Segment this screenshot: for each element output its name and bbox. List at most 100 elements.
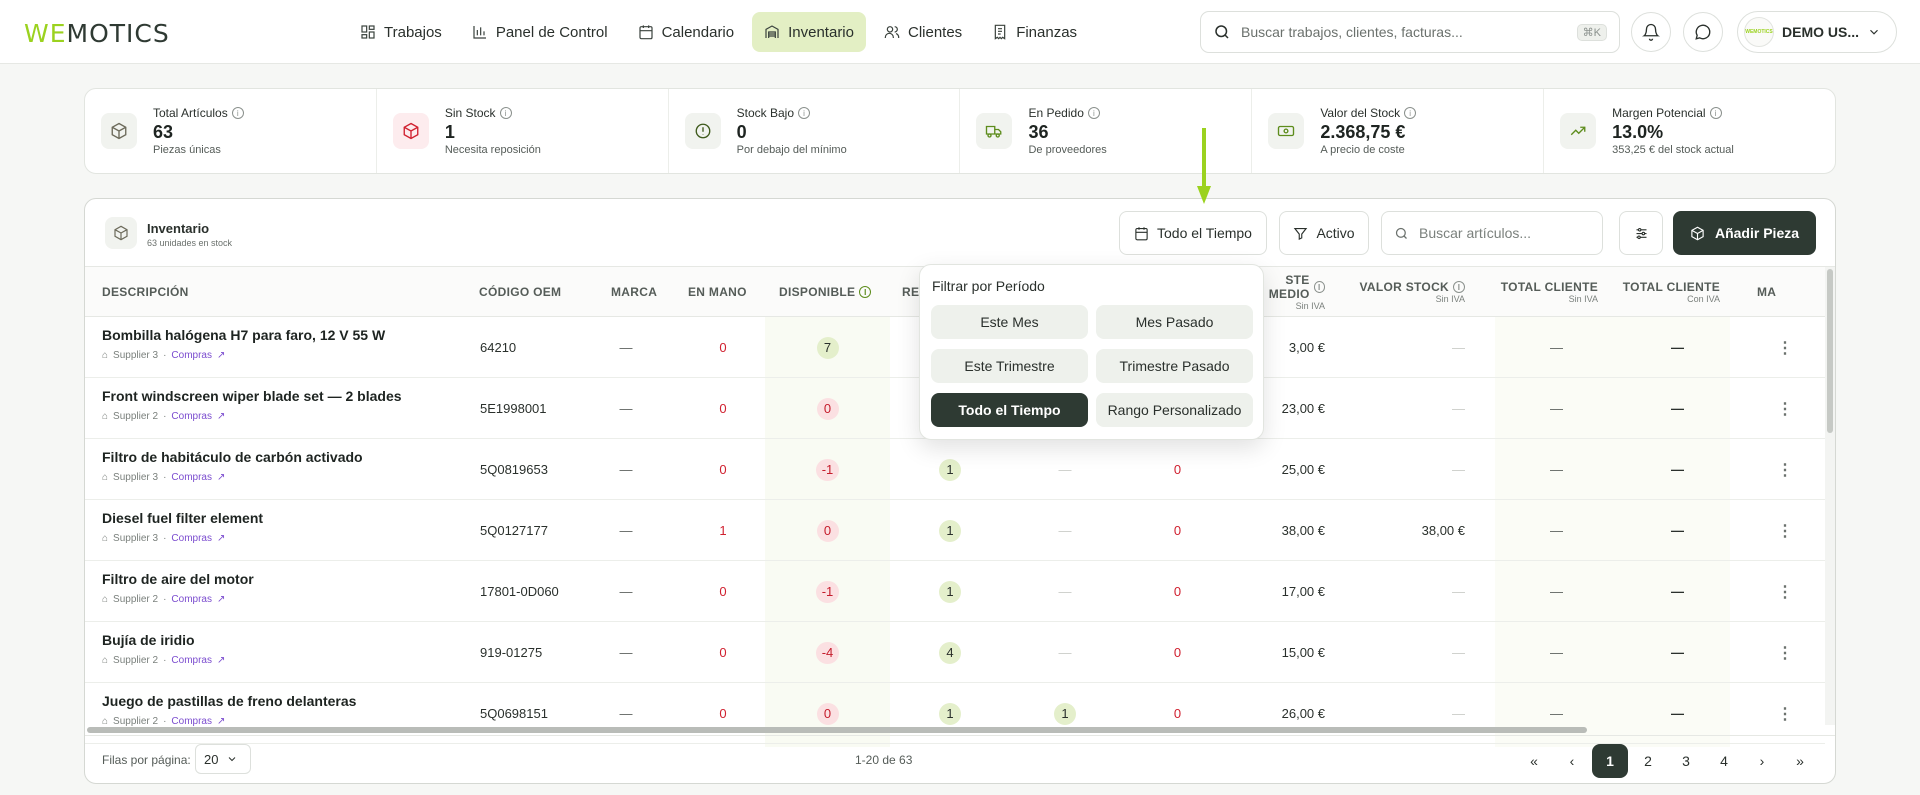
alert-circle-icon [684,113,721,149]
info-icon[interactable]: i [1453,281,1465,293]
columns-settings-button[interactable] [1619,211,1663,255]
part-name[interactable]: Front windscreen wiper blade set — 2 bla… [102,388,402,404]
top-bar: WEMOTICS Trabajos Panel de Control Calen… [0,0,1920,64]
table-row[interactable]: Diesel fuel filter element ⌂ Supplier 3 … [85,500,1825,561]
col-header-onhand[interactable]: En Mano [688,267,747,317]
period-filter-button[interactable]: Todo el Tiempo [1119,211,1267,255]
purchases-link[interactable]: Compras [171,594,212,605]
row-menu-button[interactable]: ⋮ [1770,317,1800,378]
part-name[interactable]: Filtro de habitáculo de carbón activado [102,449,363,465]
box-icon [1691,226,1704,240]
page-button-4[interactable]: 4 [1706,744,1742,778]
nav-calendario[interactable]: Calendario [626,12,747,52]
col-header-available[interactable]: Disponible i [779,267,872,317]
onhand-cell: 0 [719,584,727,599]
user-menu[interactable]: WEMOTICS DEMO US... [1737,11,1897,53]
purchases-link[interactable]: Compras [171,472,212,483]
table-row[interactable]: Filtro de aire del motor ⌂ Supplier 2 · … [85,561,1825,622]
info-icon[interactable]: i [1709,107,1722,119]
col-header-stock-value[interactable]: Valor Stock i Sin IVA [1355,267,1465,317]
part-name[interactable]: Bombilla halógena H7 para faro, 12 V 55 … [102,327,385,343]
logo[interactable]: WEMOTICS [24,19,170,48]
next-page-button[interactable]: › [1744,744,1780,778]
avg-cost-cell: 38,00 € [1281,523,1325,538]
brand-cell: — [619,523,633,538]
nav-trabajos[interactable]: Trabajos [348,12,454,52]
scroll-thumb[interactable] [87,727,1587,733]
info-icon[interactable]: i [859,286,872,298]
row-menu-button[interactable]: ⋮ [1770,378,1800,439]
messages-button[interactable] [1683,12,1723,52]
period-option-este-mes[interactable]: Este Mes [931,305,1088,339]
nav-finanzas[interactable]: Finanzas [980,12,1089,52]
purchases-link[interactable]: Compras [171,350,212,361]
last-page-button[interactable]: » [1782,744,1818,778]
total-client-vat-cell: — [1671,645,1684,660]
col-header-oem[interactable]: Código OEM [479,267,561,317]
col-header-brand[interactable]: Marca [611,267,657,317]
nav-panel-de-control[interactable]: Panel de Control [460,12,620,52]
double-chevron-right-icon: » [1796,753,1804,769]
col-header-description[interactable]: Descripción [102,267,189,317]
users-icon [884,26,900,38]
period-option-todo-el-tiempo[interactable]: Todo el Tiempo [931,393,1088,427]
row-menu-button[interactable]: ⋮ [1770,622,1800,683]
notifications-button[interactable] [1631,12,1671,52]
chevron-down-icon [229,757,236,762]
info-icon[interactable]: i [1313,281,1325,293]
supplier-name: Supplier 2 [113,411,159,422]
info-icon[interactable]: i [499,107,512,119]
status-filter-button[interactable]: Activo [1279,211,1369,255]
vertical-scrollbar[interactable] [1825,267,1835,725]
row-menu-button[interactable]: ⋮ [1770,561,1800,622]
row-menu-button[interactable]: ⋮ [1770,439,1800,500]
supplier-name: Supplier 2 [113,655,159,666]
col-header-sub: Con IVA [1687,294,1720,304]
page-button-1[interactable]: 1 [1592,744,1628,778]
purchases-link[interactable]: Compras [171,411,212,422]
info-icon[interactable]: i [231,107,244,119]
period-option-trimestre-pasado[interactable]: Trimestre Pasado [1096,349,1253,383]
part-meta: ⌂ Supplier 2 · Compras ↗ [102,411,402,422]
row-menu-button[interactable]: ⋮ [1770,500,1800,561]
prev-page-button[interactable]: ‹ [1554,744,1590,778]
box-icon [101,113,137,149]
nav-clientes[interactable]: Clientes [872,12,974,52]
purchases-link[interactable]: Compras [171,655,212,666]
more-vertical-icon: ⋮ [1777,705,1793,723]
scroll-thumb[interactable] [1827,269,1833,433]
col-header-label: Total Cliente [1500,280,1598,294]
info-icon[interactable]: i [798,107,811,119]
col-header-total-client-vat[interactable]: Total Cliente Con IVA [1608,267,1720,317]
page-button-3[interactable]: 3 [1668,744,1704,778]
purchases-link[interactable]: Compras [171,533,212,544]
table-row[interactable]: Filtro de habitáculo de carbón activado … [85,439,1825,500]
items-search-input[interactable]: Buscar artículos... [1381,211,1603,255]
period-option-rango-personalizado[interactable]: Rango Personalizado [1096,393,1253,427]
rows-per-page-select[interactable]: 20 [195,744,251,774]
add-part-button[interactable]: Añadir Pieza [1673,211,1816,255]
nav-inventario[interactable]: Inventario [752,12,866,52]
nav-label: Finanzas [1016,23,1078,41]
table-row[interactable]: Bujía de iridio ⌂ Supplier 2 · Compras ↗… [85,622,1825,683]
col-header-total-client[interactable]: Total Cliente Sin IVA [1495,267,1598,317]
period-option-este-trimestre[interactable]: Este Trimestre [931,349,1088,383]
global-search-input[interactable]: Buscar trabajos, clientes, facturas... ⌘… [1200,11,1620,53]
page-button-2[interactable]: 2 [1630,744,1666,778]
more-vertical-icon: ⋮ [1777,400,1793,418]
part-name[interactable]: Filtro de aire del motor [102,571,254,587]
col-header-more[interactable]: Ma [1757,267,1776,317]
horizontal-scrollbar[interactable] [85,725,1825,735]
col-header-reserved[interactable]: Re [902,267,919,317]
info-icon[interactable]: i [1404,107,1417,119]
period-label: Todo el Tiempo [1157,225,1252,241]
part-name[interactable]: Juego de pastillas de freno delanteras [102,693,356,709]
cell-value: — [1058,584,1072,599]
stat-value: 0 [736,122,747,142]
part-name[interactable]: Bujía de iridio [102,632,225,648]
part-name[interactable]: Diesel fuel filter element [102,510,263,526]
warehouse-icon: ⌂ [102,533,109,544]
period-option-mes-pasado[interactable]: Mes Pasado [1096,305,1253,339]
first-page-button[interactable]: « [1516,744,1552,778]
info-icon[interactable]: i [1087,107,1100,119]
